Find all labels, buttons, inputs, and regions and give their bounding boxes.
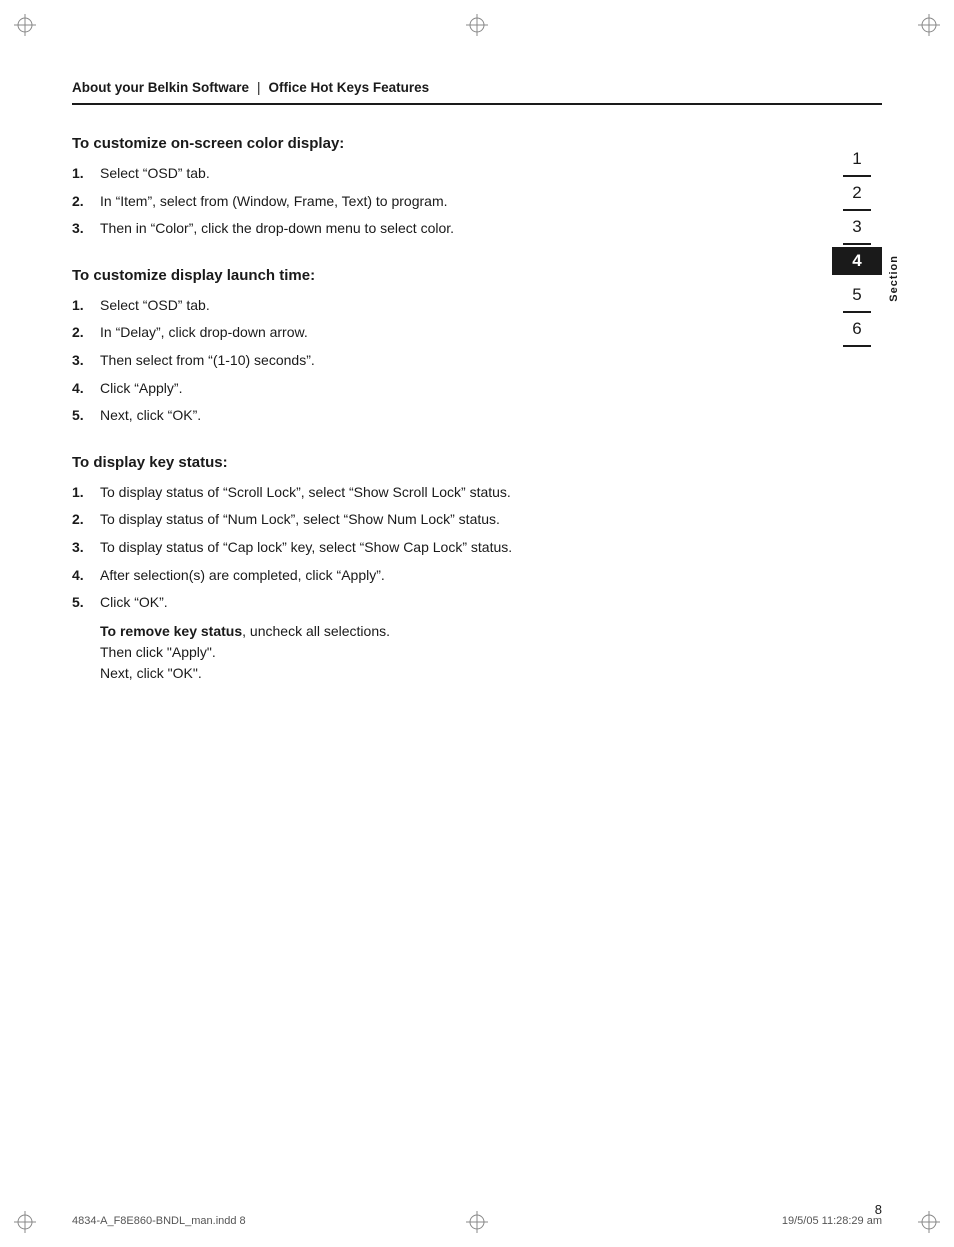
step-text: Then select from “(1-10) seconds”. (100, 351, 802, 371)
nav-divider-3 (843, 243, 871, 245)
page-content: About your Belkin Software | Office Hot … (72, 80, 882, 1187)
nav-number-6: 6 (832, 315, 882, 343)
list-item: 1. Select “OSD” tab. (72, 164, 802, 184)
section-sidebar: 1 2 3 4 (832, 135, 882, 712)
reg-mark-bottom-left (14, 1211, 36, 1233)
step-text: Click “Apply”. (100, 379, 802, 399)
step-number: 4. (72, 379, 92, 399)
remove-key-status-block: To remove key status, uncheck all select… (100, 621, 802, 684)
nav-number-5: 5 (832, 281, 882, 309)
section-label: Section (888, 255, 900, 302)
remove-key-bold: To remove key status (100, 623, 242, 639)
step-text: In “Delay”, click drop-down arrow. (100, 323, 802, 343)
step-text: To display status of “Num Lock”, select … (100, 510, 802, 530)
step-text: After selection(s) are completed, click … (100, 566, 802, 586)
instruction-list-key-status: 1. To display status of “Scroll Lock”, s… (72, 483, 802, 613)
step-text: Select “OSD” tab. (100, 296, 802, 316)
list-item: 1. To display status of “Scroll Lock”, s… (72, 483, 802, 503)
footer-right: 19/5/05 11:28:29 am (782, 1215, 882, 1227)
list-item: 3. To display status of “Cap lock” key, … (72, 538, 802, 558)
step-text: To display status of “Scroll Lock”, sele… (100, 483, 802, 503)
header-brand: About your Belkin Software (72, 80, 249, 95)
reg-mark-top-center (466, 14, 488, 36)
nav-item-5: 5 (832, 281, 882, 315)
step-number: 4. (72, 566, 92, 586)
nav-item-6: 6 (832, 315, 882, 349)
step-number: 2. (72, 192, 92, 212)
footer-left: 4834-A_F8E860-BNDL_man.indd 8 (72, 1215, 246, 1227)
list-item: 5. Click “OK”. (72, 593, 802, 613)
section-heading-key-status: To display key status: (72, 454, 802, 471)
instruction-list-launch-time: 1. Select “OSD” tab. 2. In “Delay”, clic… (72, 296, 802, 426)
list-item: 3. Then select from “(1-10) seconds”. (72, 351, 802, 371)
list-item: 2. In “Item”, select from (Window, Frame… (72, 192, 802, 212)
page: About your Belkin Software | Office Hot … (0, 0, 954, 1247)
reg-mark-top-right (918, 14, 940, 36)
nav-divider-5 (843, 311, 871, 313)
nav-divider-6 (843, 345, 871, 347)
step-number: 1. (72, 483, 92, 503)
content-area: To customize on-screen color display: 1.… (72, 135, 832, 712)
reg-mark-bottom-right (918, 1211, 940, 1233)
step-number: 3. (72, 351, 92, 371)
reg-mark-top-left (14, 14, 36, 36)
list-item: 1. Select “OSD” tab. (72, 296, 802, 316)
section-nav: 1 2 3 4 (832, 145, 882, 349)
header-separator: | (257, 80, 261, 95)
step-number: 1. (72, 296, 92, 316)
step-number: 5. (72, 593, 92, 613)
step-number: 2. (72, 323, 92, 343)
page-header: About your Belkin Software | Office Hot … (72, 80, 882, 105)
nav-item-3: 3 (832, 213, 882, 247)
list-item: 4. Click “Apply”. (72, 379, 802, 399)
section-heading-color-display: To customize on-screen color display: (72, 135, 802, 152)
nav-item-4: 4 (832, 247, 882, 275)
section-color-display: To customize on-screen color display: 1.… (72, 135, 802, 239)
step-number: 2. (72, 510, 92, 530)
nav-divider-2 (843, 209, 871, 211)
header-title: Office Hot Keys Features (269, 80, 430, 95)
nav-number-2: 2 (832, 179, 882, 207)
step-number: 5. (72, 406, 92, 426)
step-number: 3. (72, 538, 92, 558)
nav-item-2: 2 (832, 179, 882, 213)
page-footer: 4834-A_F8E860-BNDL_man.indd 8 19/5/05 11… (72, 1215, 882, 1227)
step-text: To display status of “Cap lock” key, sel… (100, 538, 802, 558)
instruction-list-color-display: 1. Select “OSD” tab. 2. In “Item”, selec… (72, 164, 802, 239)
step-text: Click “OK”. (100, 593, 802, 613)
main-layout: To customize on-screen color display: 1.… (72, 135, 882, 712)
nav-item-1: 1 (832, 145, 882, 179)
list-item: 5. Next, click “OK”. (72, 406, 802, 426)
nav-number-3: 3 (832, 213, 882, 241)
nav-divider-1 (843, 175, 871, 177)
list-item: 4. After selection(s) are completed, cli… (72, 566, 802, 586)
step-text: Select “OSD” tab. (100, 164, 802, 184)
section-key-status: To display key status: 1. To display sta… (72, 454, 802, 684)
nav-item-5-wrapper: 5 6 (832, 281, 882, 349)
nav-number-1: 1 (832, 145, 882, 173)
nav-number-4-active: 4 (832, 247, 882, 275)
step-number: 1. (72, 164, 92, 184)
step-number: 3. (72, 219, 92, 239)
step-text: Next, click “OK”. (100, 406, 802, 426)
list-item: 2. To display status of “Num Lock”, sele… (72, 510, 802, 530)
section-heading-launch-time: To customize display launch time: (72, 267, 802, 284)
section-launch-time: To customize display launch time: 1. Sel… (72, 267, 802, 426)
list-item: 3. Then in “Color”, click the drop-down … (72, 219, 802, 239)
step-text: In “Item”, select from (Window, Frame, T… (100, 192, 802, 212)
step-text: Then in “Color”, click the drop-down men… (100, 219, 802, 239)
list-item: 2. In “Delay”, click drop-down arrow. (72, 323, 802, 343)
